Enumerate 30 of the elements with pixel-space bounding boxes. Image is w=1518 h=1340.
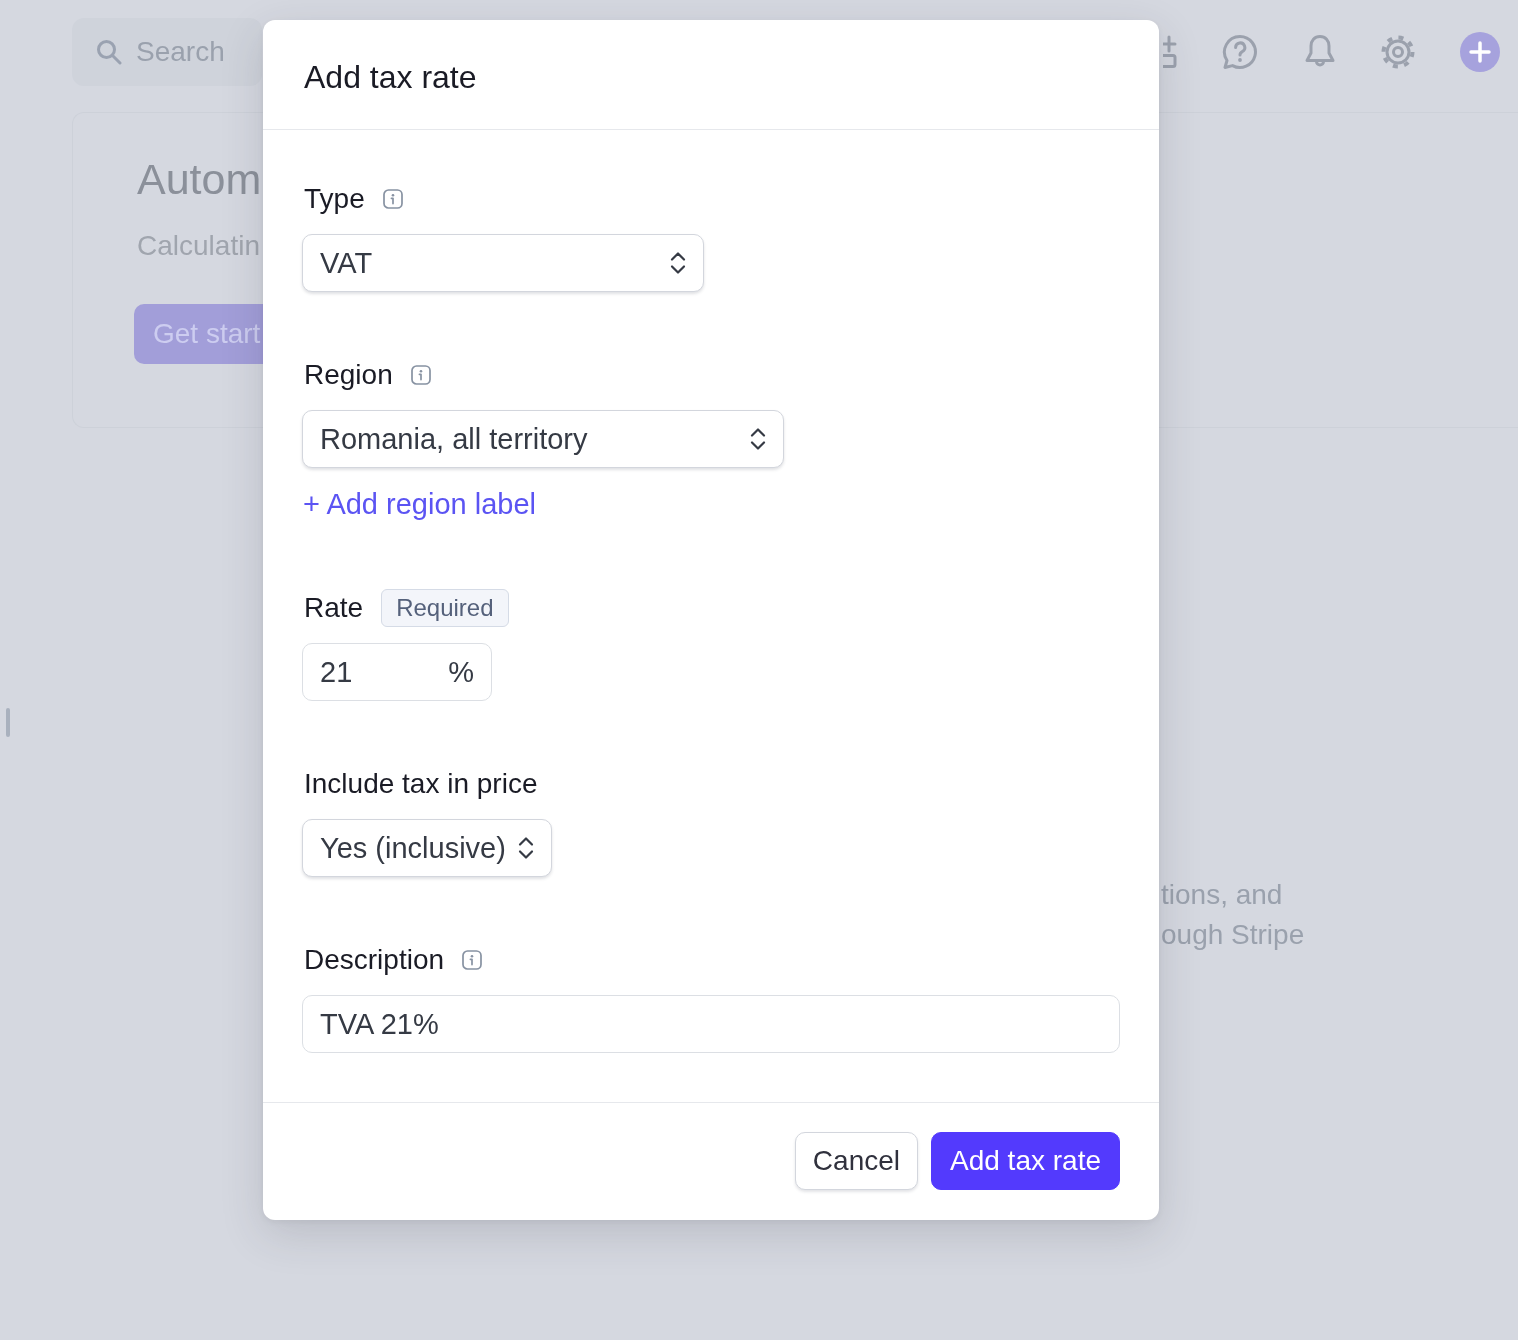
submit-button[interactable]: Add tax rate bbox=[931, 1132, 1120, 1190]
select-dropdown[interactable]: Romania, all territory bbox=[302, 410, 784, 468]
chevron-updown-icon bbox=[750, 426, 766, 452]
resize-handle[interactable] bbox=[6, 708, 10, 737]
text-input[interactable]: TVA 21% bbox=[302, 995, 1120, 1053]
description-text: tions, and ough Stripe bbox=[1161, 878, 1306, 952]
info-icon[interactable] bbox=[382, 189, 403, 209]
select-dropdown[interactable]: VAT bbox=[302, 234, 704, 292]
select-dropdown[interactable]: Yes (inclusive) bbox=[302, 819, 552, 877]
field-label: Rate bbox=[304, 591, 364, 625]
help-icon[interactable] bbox=[1222, 34, 1258, 70]
text-input[interactable]: 21 % bbox=[302, 643, 492, 701]
field-label: Type bbox=[304, 182, 365, 216]
chevron-updown-icon bbox=[670, 250, 686, 276]
search-icon bbox=[96, 39, 122, 65]
field-label: Region bbox=[304, 358, 393, 392]
field-label: Include tax in price bbox=[304, 767, 538, 801]
add-icon[interactable] bbox=[1460, 32, 1500, 72]
info-icon[interactable] bbox=[410, 365, 431, 385]
field-label: Description bbox=[304, 943, 445, 977]
settings-icon[interactable] bbox=[1380, 34, 1416, 70]
info-icon[interactable] bbox=[462, 950, 483, 970]
chevron-updown-icon bbox=[517, 835, 534, 861]
dialog-title: Add tax rate bbox=[304, 57, 477, 97]
add-region-link[interactable]: + Add region label bbox=[302, 485, 536, 523]
cancel-button[interactable]: Cancel bbox=[794, 1132, 918, 1190]
required-badge: Required bbox=[381, 589, 509, 627]
plus-square-icon[interactable] bbox=[1163, 35, 1177, 69]
unit-suffix: % bbox=[448, 655, 474, 689]
card-title: Autom bbox=[137, 154, 262, 205]
